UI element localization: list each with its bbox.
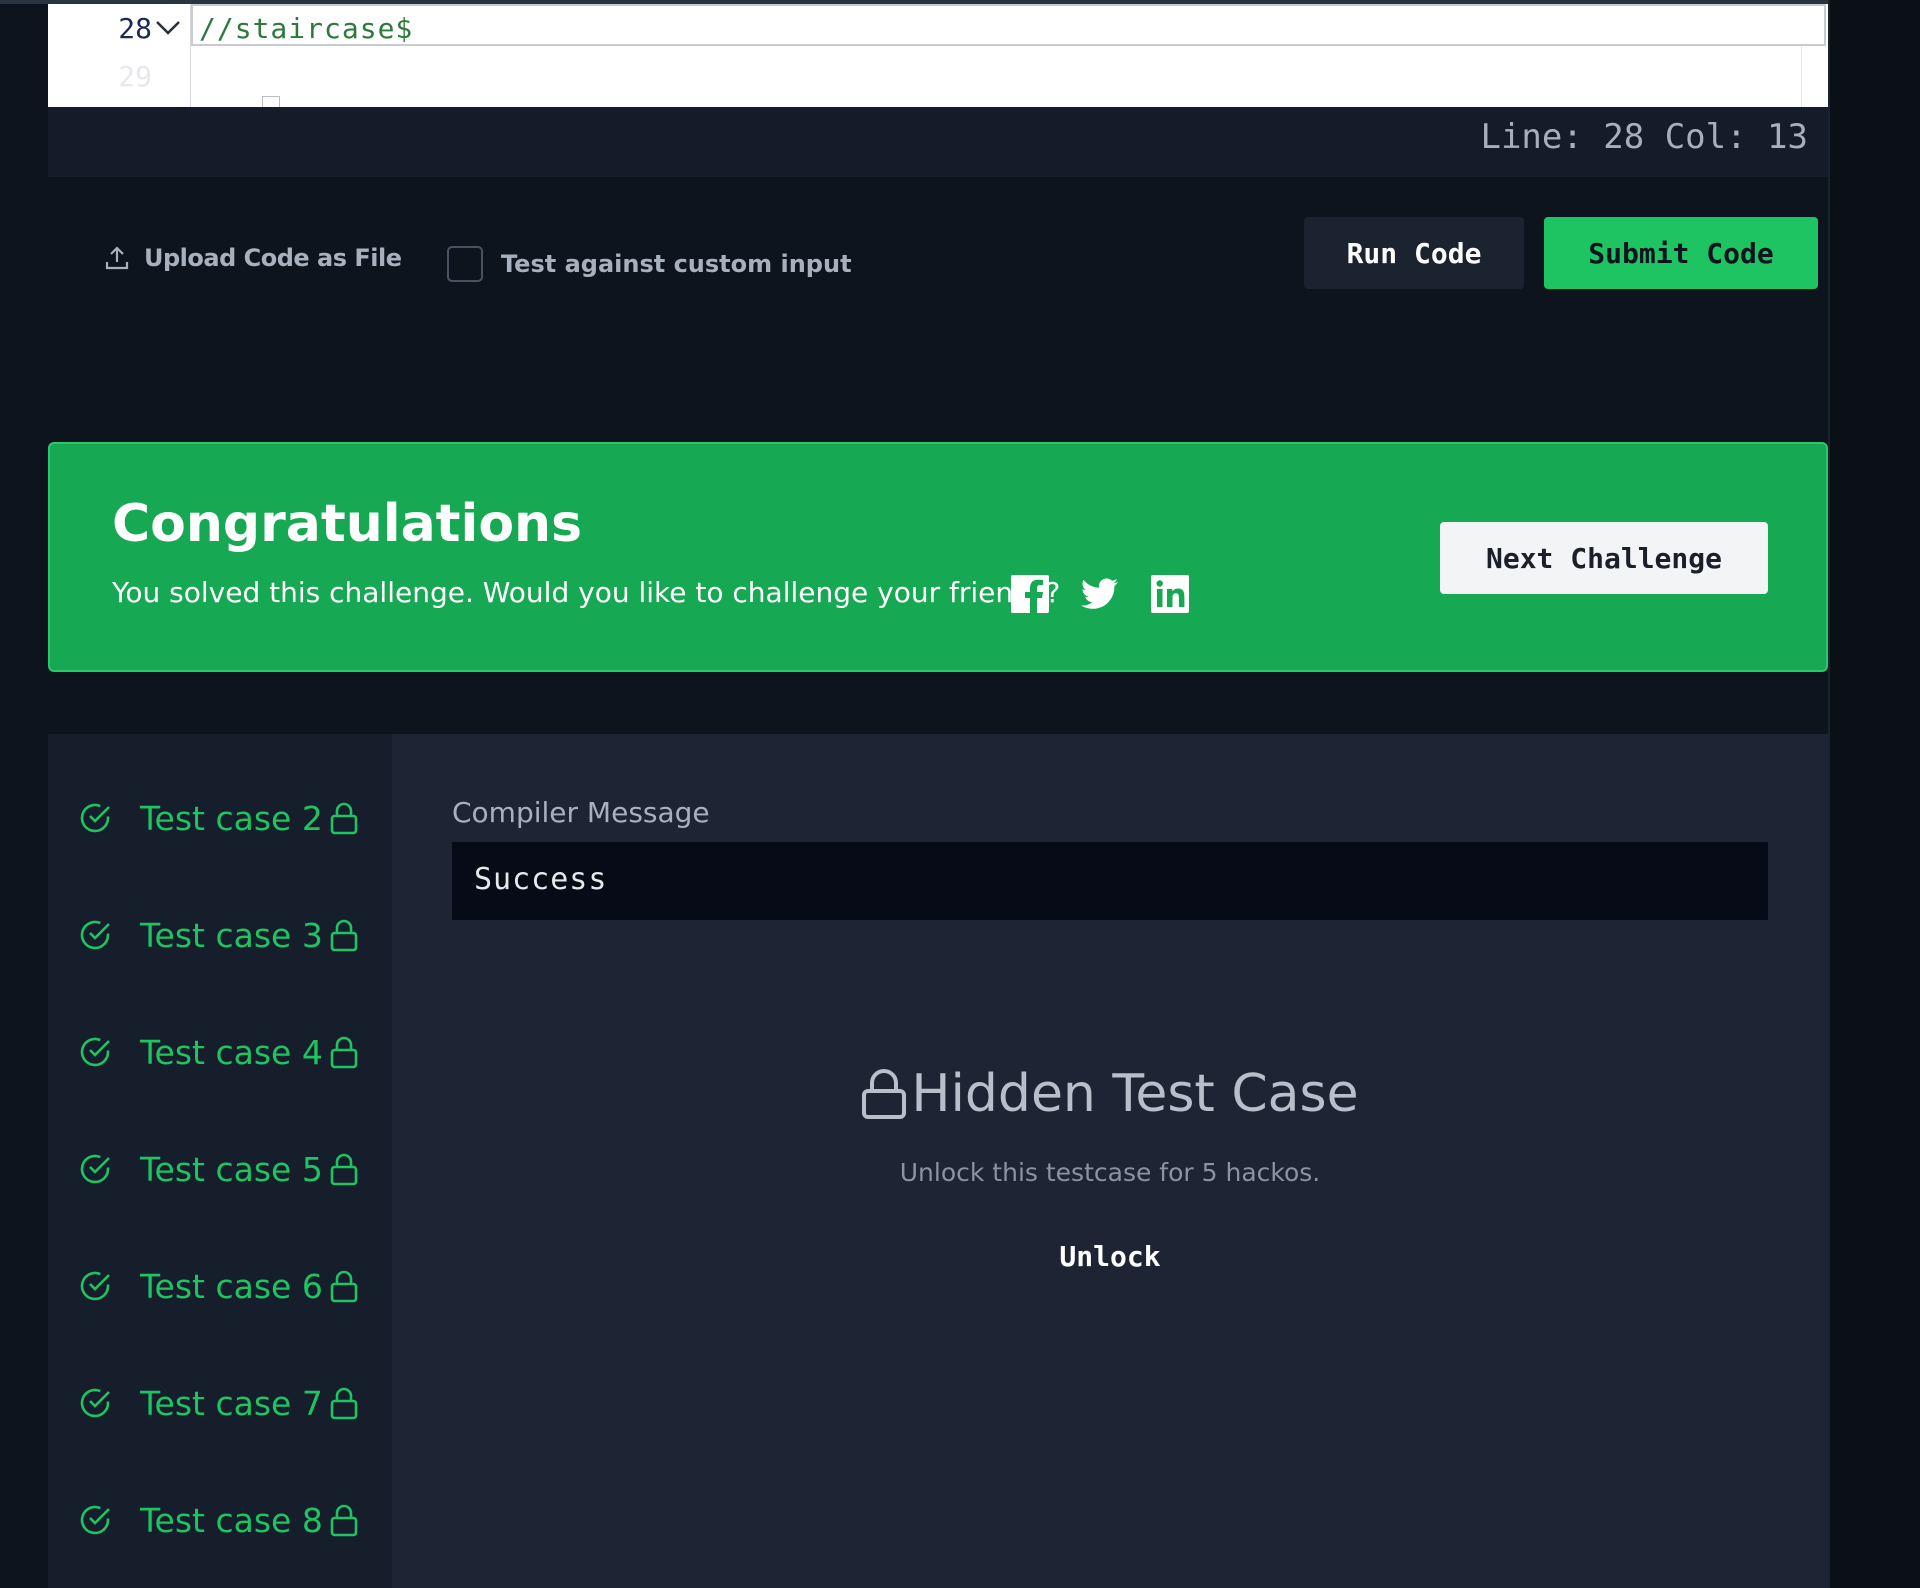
banner-subtitle: You solved this challenge. Would you lik… <box>112 576 1061 609</box>
upload-code-button[interactable]: Upload Code as File <box>104 244 402 272</box>
lock-icon <box>330 1387 358 1420</box>
check-circle-icon <box>80 1271 110 1301</box>
run-code-button[interactable]: Run Code <box>1304 217 1524 289</box>
next-challenge-button[interactable]: Next Challenge <box>1440 522 1768 594</box>
linkedin-icon[interactable] <box>1150 574 1190 614</box>
test-case-label: Test case 2 <box>140 798 323 838</box>
compiler-message-label: Compiler Message <box>452 796 710 829</box>
test-case-item[interactable]: Test case 6 <box>48 1246 392 1326</box>
test-case-item[interactable]: Test case 8 <box>48 1480 392 1560</box>
fold-chevron-icon[interactable] <box>154 18 182 38</box>
facebook-icon[interactable] <box>1010 574 1050 614</box>
hidden-test-case-title: Hidden Test Case <box>911 1064 1359 1124</box>
code-editor[interactable]: 28 29 //staircase$ <box>48 4 1828 108</box>
check-circle-icon <box>80 920 110 950</box>
custom-input-toggle[interactable]: Test against custom input <box>447 246 852 282</box>
test-case-item[interactable]: Test case 2 <box>48 778 392 858</box>
compiler-message-box: Success <box>452 842 1768 920</box>
test-results-panel: Compiler Message Success Hidden Test Cas… <box>392 734 1828 1588</box>
cursor-position: Line: 28 Col: 13 <box>1480 117 1808 157</box>
test-case-label: Test case 4 <box>140 1032 323 1072</box>
lock-icon <box>330 1153 358 1186</box>
compiler-message-text: Success <box>474 862 608 897</box>
lock-icon <box>330 919 358 952</box>
lock-icon <box>330 1036 358 1069</box>
unlock-description: Unlock this testcase for 5 hackos. <box>899 1158 1321 1187</box>
upload-code-label: Upload Code as File <box>144 244 402 272</box>
check-circle-icon <box>80 1154 110 1184</box>
test-case-label: Test case 8 <box>140 1500 323 1540</box>
lock-icon <box>330 1270 358 1303</box>
test-case-item[interactable]: Test case 4 <box>48 1012 392 1092</box>
test-case-label: Test case 3 <box>140 915 323 955</box>
check-circle-icon <box>80 803 110 833</box>
line-number-next: 29 <box>118 60 152 93</box>
editor-scrollbar[interactable] <box>1801 46 1802 107</box>
test-case-item[interactable]: Test case 3 <box>48 895 392 975</box>
check-circle-icon <box>80 1037 110 1067</box>
congratulations-banner: Congratulations You solved this challeng… <box>48 442 1828 672</box>
banner-title: Congratulations <box>112 494 583 554</box>
editor-statusbar: Line: 28 Col: 13 <box>48 107 1828 177</box>
lock-icon <box>862 1069 907 1119</box>
twitter-icon[interactable] <box>1080 574 1120 614</box>
upload-icon <box>105 246 129 270</box>
line-number: 28 <box>118 12 152 45</box>
check-circle-icon <box>80 1505 110 1535</box>
code-line-active[interactable]: //staircase$ <box>191 4 1826 46</box>
test-case-item[interactable]: Test case 5 <box>48 1129 392 1209</box>
test-case-label: Test case 7 <box>140 1383 323 1423</box>
code-text: //staircase$ <box>199 12 414 45</box>
submit-code-button[interactable]: Submit Code <box>1544 217 1818 289</box>
unlock-button[interactable]: Unlock <box>1020 1230 1200 1282</box>
test-case-item[interactable]: Test case 7 <box>48 1363 392 1443</box>
lock-icon <box>330 1504 358 1537</box>
lock-icon <box>330 802 358 835</box>
test-cases-sidebar: Test case 2 Test case 3 Test case 4 Test ca… <box>48 734 392 1588</box>
test-case-label: Test case 5 <box>140 1149 323 1189</box>
hidden-test-case-heading: Hidden Test Case <box>392 1064 1828 1124</box>
editor-gutter: 28 29 <box>48 4 191 107</box>
custom-input-checkbox[interactable] <box>447 246 483 282</box>
right-gutter <box>1828 0 1920 1588</box>
check-circle-icon <box>80 1388 110 1418</box>
test-case-label: Test case 6 <box>140 1266 323 1306</box>
page: 28 29 //staircase$ Line: 28 Col: 13 Uplo… <box>0 0 1920 1588</box>
custom-input-label: Test against custom input <box>501 250 852 278</box>
